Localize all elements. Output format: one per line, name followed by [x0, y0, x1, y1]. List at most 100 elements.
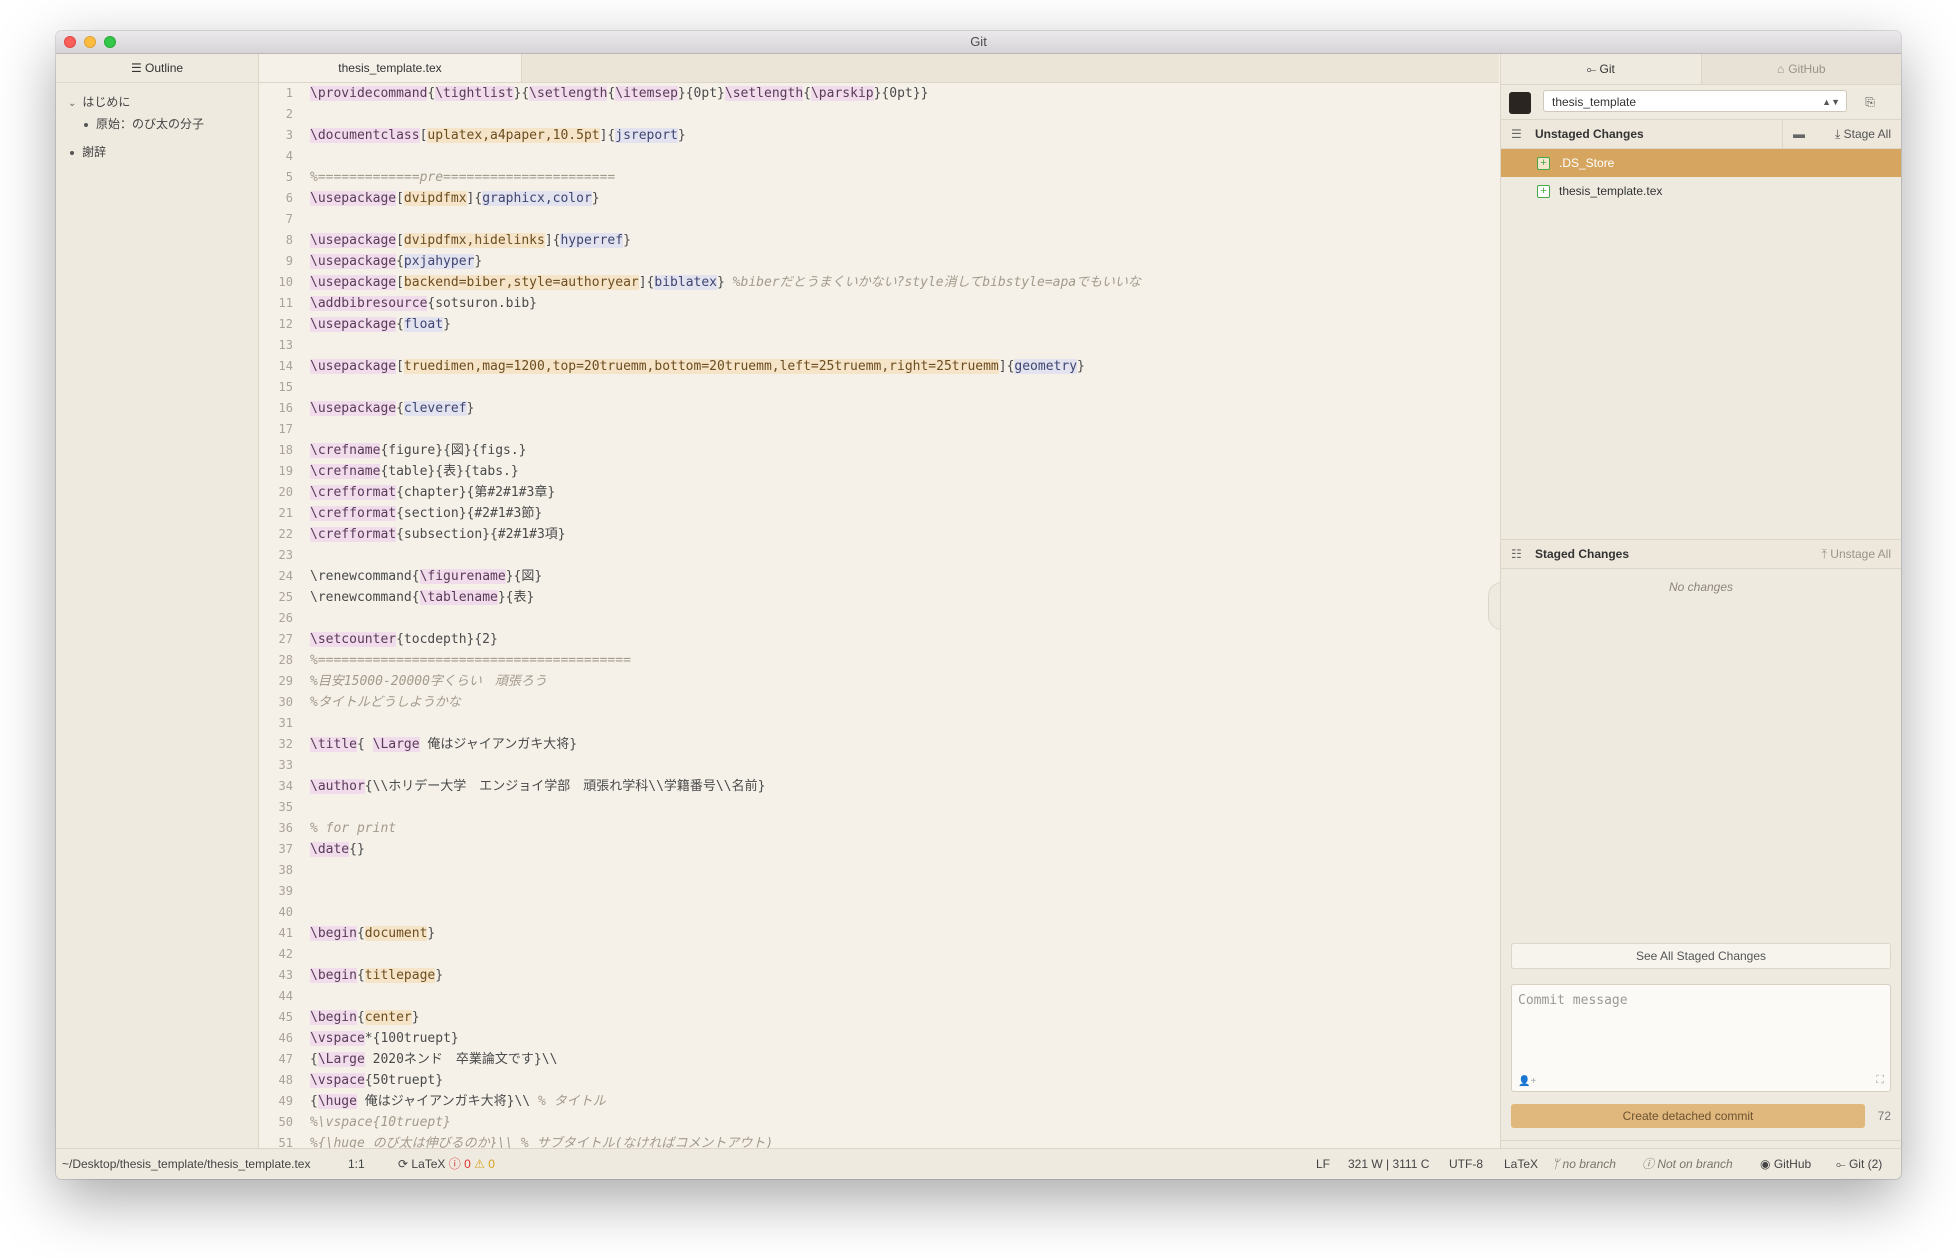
line-number: 1 — [285, 86, 293, 100]
tab-thesis-template[interactable]: thesis_template.tex — [259, 54, 522, 82]
encoding[interactable]: UTF-8 — [1449, 1149, 1483, 1179]
code-line[interactable]: 41 \begin{document} — [259, 923, 1499, 944]
repository-select[interactable]: thesis_template ▲▼ — [1543, 90, 1847, 112]
line-number: 51 — [278, 1136, 293, 1149]
code-line[interactable]: 48 \vspace{50truept} — [259, 1070, 1499, 1091]
minimize-window-button[interactable] — [84, 36, 96, 48]
refresh-icon: ⟳ — [398, 1157, 412, 1171]
not-on-branch-status[interactable]: ⓘ Not on branch — [1642, 1149, 1733, 1179]
tab-github[interactable]: ⌂ GitHub — [1700, 54, 1901, 84]
code-line[interactable]: 5 %=============pre====================== — [259, 167, 1499, 188]
stage-all-button[interactable]: ⤓ Stage All — [1835, 120, 1891, 148]
code-line[interactable]: 31 — [259, 713, 1499, 734]
code-line[interactable]: 8 \usepackage[dvipdfmx,hidelinks]{hyperre… — [259, 230, 1499, 251]
code-line[interactable]: 3 \documentclass[uplatex,a4paper,10.5pt]{… — [259, 125, 1499, 146]
token: dvipdfmx,hidelinks — [403, 233, 545, 248]
code-line[interactable]: 15 — [259, 377, 1499, 398]
code-line[interactable]: 12 \usepackage{float} — [259, 314, 1499, 335]
maximize-window-button[interactable] — [104, 36, 116, 48]
code-line[interactable]: 20 \crefformat{chapter}{第#2#1#3章} — [259, 482, 1499, 503]
close-window-button[interactable] — [64, 36, 76, 48]
code-line[interactable]: 1 \providecommand{\tightlist}{\setlength{… — [259, 83, 1499, 104]
branch-status[interactable]: ᛘ no branch — [1552, 1149, 1616, 1179]
outline-item-section[interactable]: 原始：のび太の分子 — [56, 113, 258, 135]
code-line[interactable]: 23 — [259, 545, 1499, 566]
tab-git[interactable]: ⟜ Git — [1501, 54, 1701, 84]
code-line[interactable]: 30 %タイトルどうしようかな — [259, 692, 1499, 713]
code-line[interactable]: 14 \usepackage[truedimen,mag=1200,top=20t… — [259, 356, 1499, 377]
code-line[interactable]: 11 \addbibresource{sotsuron.bib} — [259, 293, 1499, 314]
create-commit-button[interactable]: Create detached commit — [1511, 1104, 1865, 1128]
token: float — [403, 317, 444, 332]
code-line[interactable]: 6 \usepackage[dvipdfmx]{graphicx,color} — [259, 188, 1499, 209]
line-number: 15 — [278, 380, 293, 394]
code-line[interactable]: 36 % for print — [259, 818, 1499, 839]
code-line[interactable]: 2 — [259, 104, 1499, 125]
git-status-button[interactable]: ⟜ Git (2) — [1836, 1149, 1882, 1179]
code-line[interactable]: 50 %\vspace{10truept} — [259, 1112, 1499, 1133]
token: { — [356, 1010, 365, 1025]
code-line[interactable]: 47 {\Large 2020ネンド 卒業論文です}\\ — [259, 1049, 1499, 1070]
linter-status[interactable]: ⟳ LaTeX ⓘ 0 ⚠ 0 — [398, 1149, 495, 1179]
outline-item-intro[interactable]: ⌄ はじめに — [56, 91, 258, 113]
see-all-staged-button[interactable]: See All Staged Changes — [1511, 943, 1891, 969]
code-line[interactable]: 28 %=====================================… — [259, 650, 1499, 671]
code-line[interactable]: 4 — [259, 146, 1499, 167]
code-line[interactable]: 7 — [259, 209, 1499, 230]
line-ending[interactable]: LF — [1316, 1149, 1330, 1179]
code-line[interactable]: 9 \usepackage{pxjahyper} — [259, 251, 1499, 272]
file-path[interactable]: ~/Desktop/thesis_template/thesis_templat… — [62, 1149, 310, 1179]
discard-all-icon[interactable]: ▬ — [1782, 120, 1805, 148]
outline-item-label: 原始：のび太の分子 — [96, 117, 205, 131]
code-line[interactable]: 40 — [259, 902, 1499, 923]
code-line[interactable]: 51 %{\huge のび太は伸びるのか}\\ % サブタイトル(なければコメント… — [259, 1133, 1499, 1149]
code-line[interactable]: 32 \title{ \Large 俺はジャイアンガキ大将} — [259, 734, 1499, 755]
code-line[interactable]: 26 — [259, 608, 1499, 629]
unstaged-file-row[interactable]: + .DS_Store — [1501, 149, 1901, 177]
code-line[interactable]: 25 \renewcommand{\tablename}{表} — [259, 587, 1499, 608]
code-line[interactable]: 19 \crefname{table}{表}{tabs.} — [259, 461, 1499, 482]
chevron-down-icon[interactable]: ⌄ — [68, 98, 76, 109]
code-line[interactable]: 49 {\huge 俺はジャイアンガキ大将}\\ % タイトル — [259, 1091, 1499, 1112]
code-line[interactable]: 45 \begin{center} — [259, 1007, 1499, 1028]
cursor-position[interactable]: 1:1 — [348, 1149, 365, 1179]
code-line[interactable]: 43 \begin{titlepage} — [259, 965, 1499, 986]
window-title: Git — [970, 34, 987, 49]
code-line[interactable]: 37 \date{} — [259, 839, 1499, 860]
line-text: \renewcommand{\tablename}{表} — [310, 587, 534, 608]
token: {section}{#2#1#3節} — [396, 506, 543, 521]
commit-message-input[interactable]: Commit message 👤+ ⛶ — [1511, 984, 1891, 1092]
code-line[interactable]: 42 — [259, 944, 1499, 965]
co-author-icon[interactable]: 👤+ — [1518, 1076, 1536, 1087]
code-line[interactable]: 16 \usepackage{cleveref} — [259, 398, 1499, 419]
code-line[interactable]: 13 — [259, 335, 1499, 356]
code-line[interactable]: 46 \vspace*{100truept} — [259, 1028, 1499, 1049]
code-line[interactable]: 29 %目安15000-20000字くらい 頑張ろう — [259, 671, 1499, 692]
code-line[interactable]: 21 \crefformat{section}{#2#1#3節} — [259, 503, 1499, 524]
outline-header[interactable]: ☰ Outline — [56, 54, 258, 83]
github-status-button[interactable]: ◉ GitHub — [1760, 1149, 1811, 1179]
code-line[interactable]: 34 \author{\\ホリデー大学 エンジョイ学部 頑張れ学科\\学籍番号\\… — [259, 776, 1499, 797]
code-line[interactable]: 10 \usepackage[backend=biber,style=author… — [259, 272, 1499, 293]
code-line[interactable]: 27 \setcounter{tocdepth}{2} — [259, 629, 1499, 650]
code-area[interactable]: 1 \providecommand{\tightlist}{\setlength{… — [259, 83, 1499, 1149]
token: { — [310, 1052, 318, 1067]
unstage-all-button[interactable]: ⤒ Unstage All — [1822, 540, 1891, 568]
code-line[interactable]: 44 — [259, 986, 1499, 1007]
expand-editor-icon[interactable]: ⛶ — [1876, 1074, 1884, 1087]
outline-item-acknowledgements[interactable]: 謝辞 — [56, 141, 258, 163]
code-line[interactable]: 22 \crefformat{subsection}{#2#1#3項} — [259, 524, 1499, 545]
unstaged-file-row[interactable]: + thesis_template.tex — [1501, 177, 1901, 205]
code-line[interactable]: 17 — [259, 419, 1499, 440]
grammar[interactable]: LaTeX — [1504, 1149, 1538, 1179]
token: backend=biber,style=authoryear — [403, 275, 639, 290]
code-line[interactable]: 24 \renewcommand{\figurename}{図} — [259, 566, 1499, 587]
line-number: 14 — [278, 359, 293, 373]
code-line[interactable]: 33 — [259, 755, 1499, 776]
code-line[interactable]: 38 — [259, 860, 1499, 881]
code-line[interactable]: 35 — [259, 797, 1499, 818]
open-repository-icon[interactable]: ⎘ — [1861, 93, 1879, 111]
token: {\\ホリデー大学 エンジョイ学部 頑張れ学科\\学籍番号\\名前} — [364, 779, 766, 794]
code-line[interactable]: 18 \crefname{figure}{図}{figs.} — [259, 440, 1499, 461]
code-line[interactable]: 39 — [259, 881, 1499, 902]
